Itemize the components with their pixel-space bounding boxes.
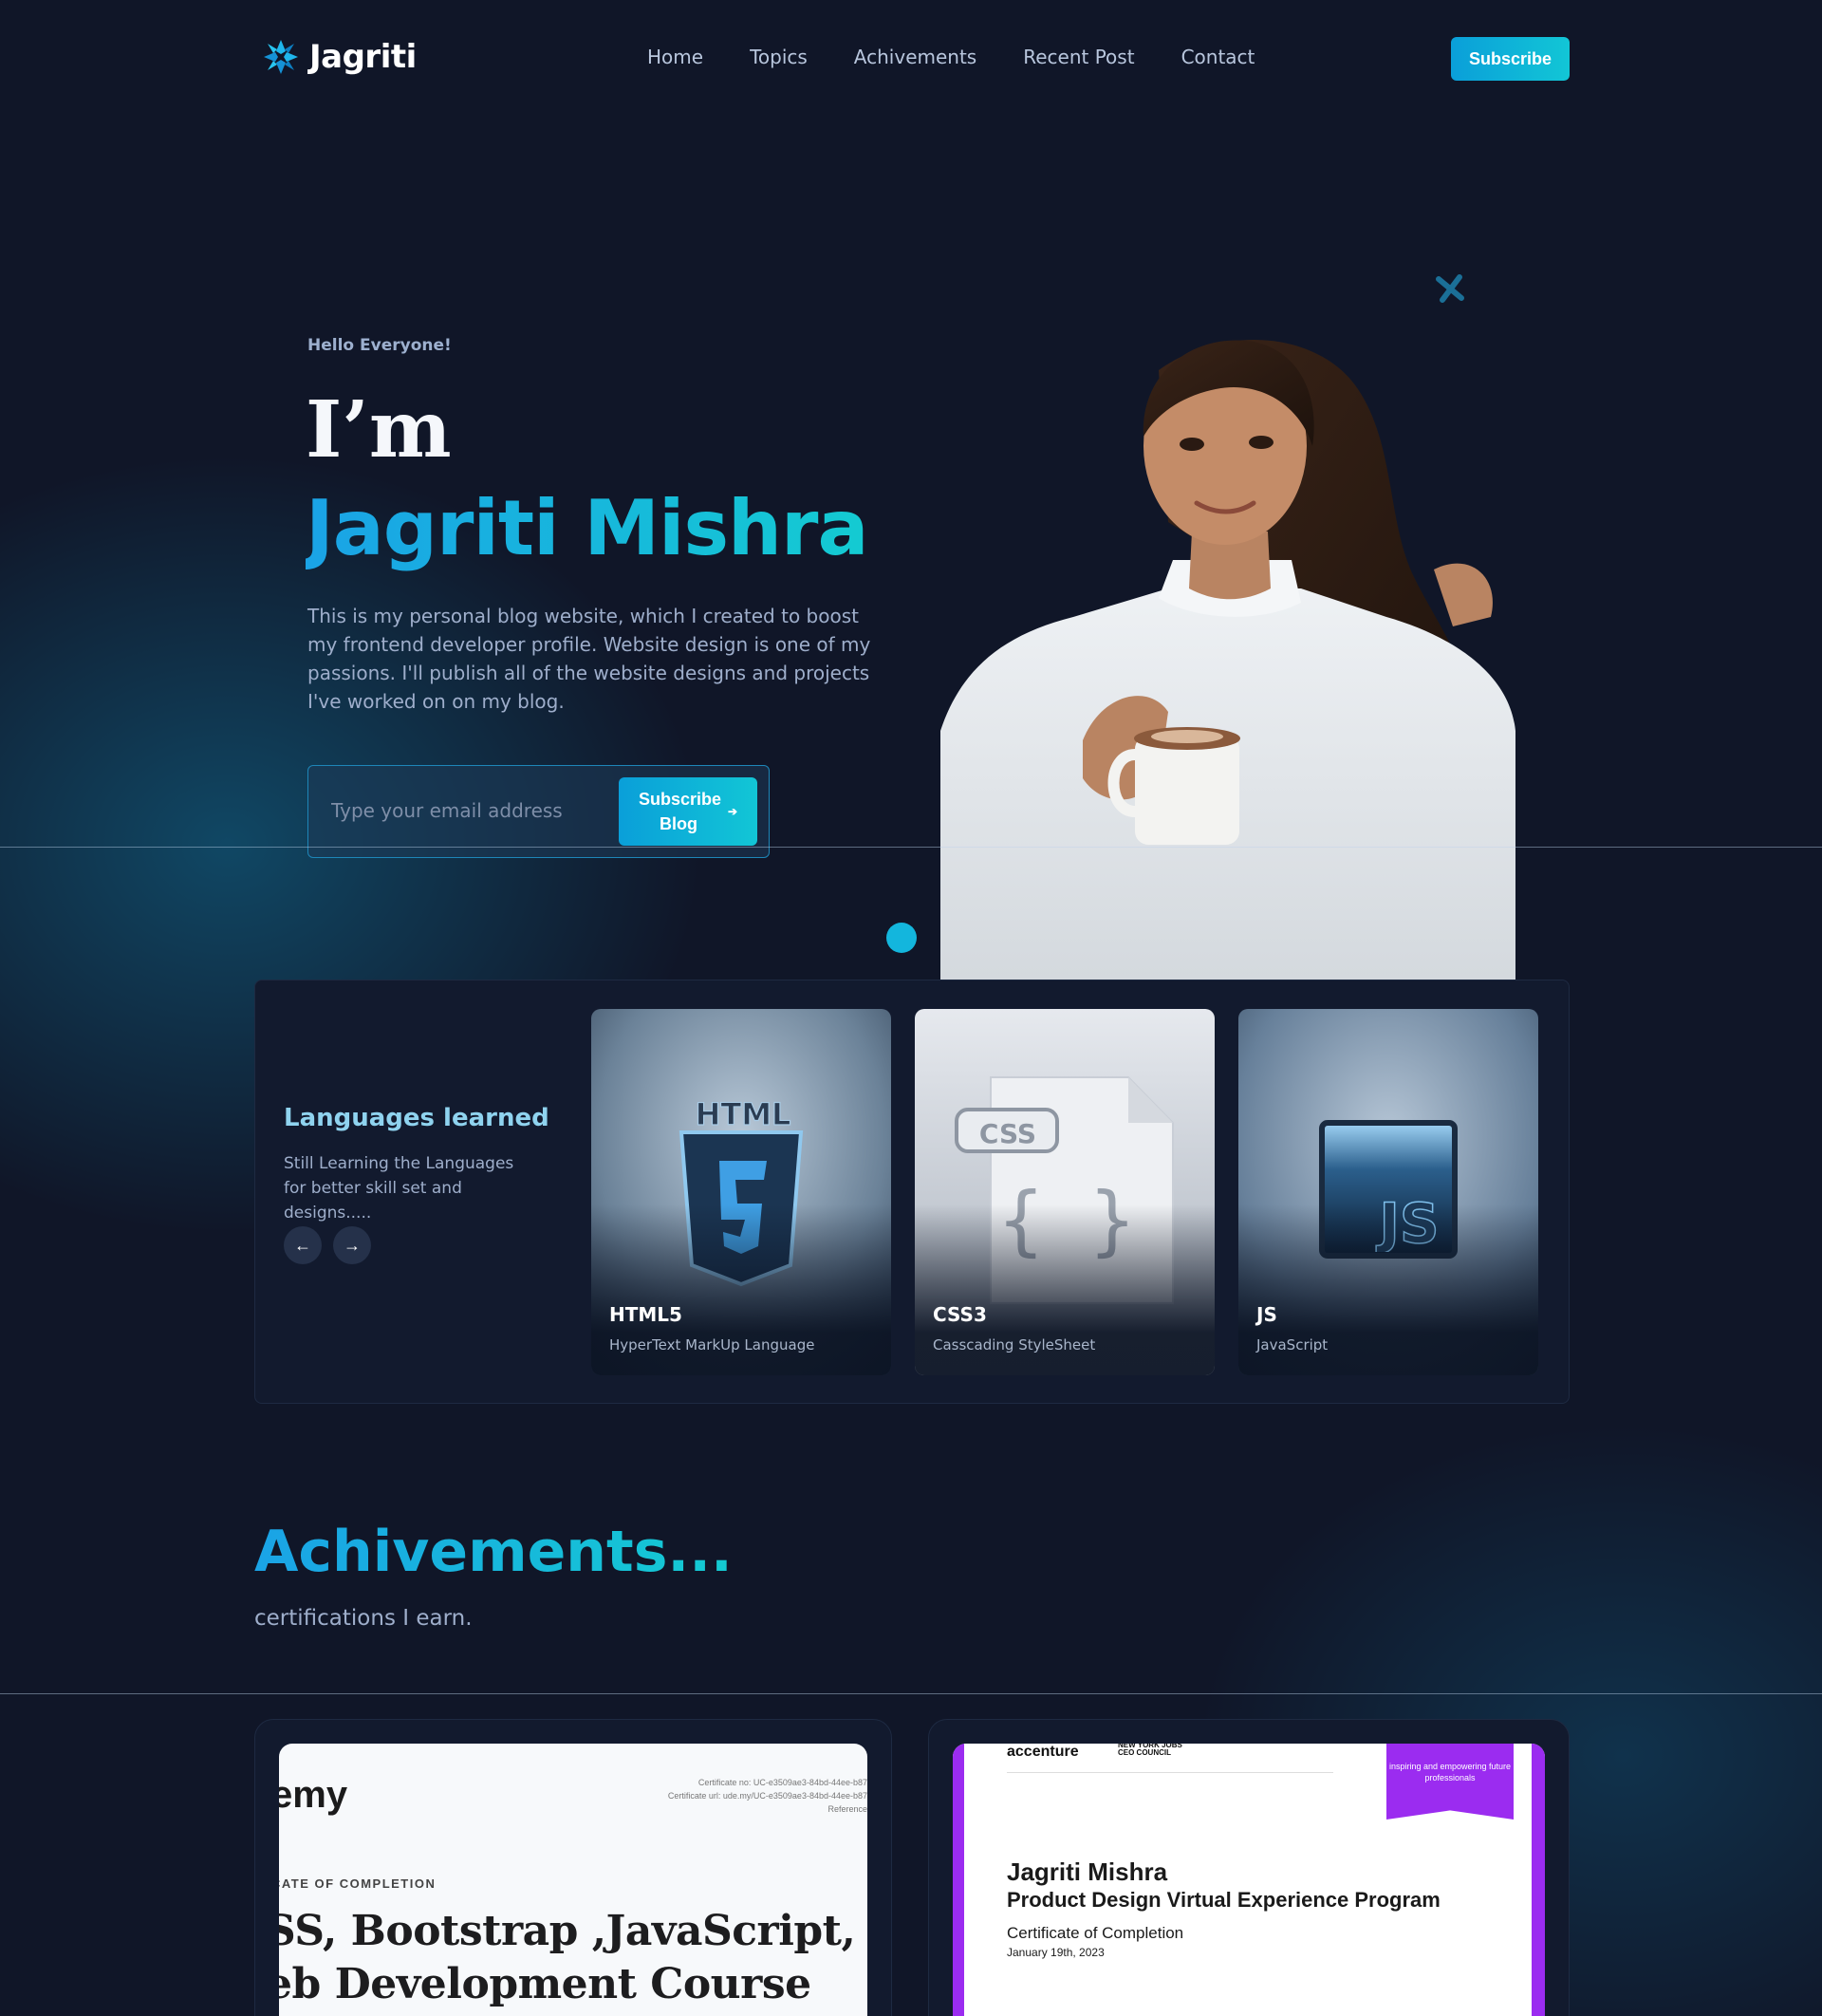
hero-bio: This is my personal blog website, which …: [307, 605, 871, 713]
arrow-left-icon: ←: [294, 1235, 311, 1255]
card-subtitle: Casscading StyleSheet: [933, 1336, 1096, 1353]
certificate-meta: Certificate no: UC-e3509ae3-84bd-44ee-b8…: [668, 1776, 867, 1816]
subscribe-button[interactable]: Subscribe: [1451, 37, 1570, 81]
card-title: JS: [1256, 1303, 1277, 1326]
card-subtitle: HyperText MarkUp Language: [609, 1336, 815, 1353]
nav-contact[interactable]: Contact: [1181, 46, 1255, 68]
hero-divider: [0, 847, 1822, 848]
partner-logo: NEW YORK JOBS CEO COUNCIL: [1118, 1744, 1182, 1757]
card-title: HTML5: [609, 1303, 682, 1326]
languages-description: Still Learning the Languages for better …: [284, 1154, 514, 1223]
logo-mark-icon: [264, 40, 298, 74]
email-input[interactable]: [331, 794, 597, 827]
certificate-course: SS, Bootstrap ,JavaScript, eb Developmen…: [279, 1905, 867, 2011]
language-card-html5[interactable]: HTML HTML5 HyperText MarkUp Language: [591, 1009, 891, 1375]
certificate-url: Certificate url: ude.my/UC-e3509ae3-84bd…: [667, 1791, 867, 1801]
card-title: CSS3: [933, 1303, 987, 1326]
language-card-css3[interactable]: { } CSS CSS3 Casscading StyleSheet: [915, 1009, 1215, 1375]
certificate-date: January 19th, 2023: [1007, 1946, 1105, 1959]
hero-greeting: Hello Everyone!: [307, 336, 452, 355]
nav-topics[interactable]: Topics: [750, 46, 808, 68]
language-card-js[interactable]: JS JS JavaScript: [1238, 1009, 1538, 1375]
certificate-image-udemy: emy Certificate no: UC-e3509ae3-84bd-44e…: [279, 1744, 867, 2016]
certificate-ribbon: inspiring and empowering future professi…: [1386, 1744, 1514, 1820]
languages-panel: Languages learned Still Learning the Lan…: [254, 980, 1570, 1404]
achievements-divider: [0, 1693, 1822, 1694]
course-line-2: eb Development Course: [279, 1960, 811, 2008]
cross-decoration-icon: [1436, 274, 1464, 303]
certificate-card-udemy[interactable]: emy Certificate no: UC-e3509ae3-84bd-44e…: [254, 1719, 892, 2016]
certificate-rule: [1007, 1772, 1333, 1773]
subscribe-blog-label: Subscribe Blog: [638, 790, 721, 833]
languages-title: Languages learned: [284, 1104, 549, 1132]
subscribe-blog-button[interactable]: Subscribe Blog ➔: [619, 777, 757, 846]
html5-art-label: HTML: [695, 1095, 791, 1132]
achievements-title: Achivements...: [254, 1519, 733, 1585]
next-button[interactable]: →: [333, 1226, 371, 1264]
profile-photo: [940, 339, 1515, 980]
main-menu: Home Topics Achivements Recent Post Cont…: [647, 46, 1255, 68]
card-subtitle: JavaScript: [1256, 1336, 1329, 1353]
top-nav: Jagriti Home Topics Achivements Recent P…: [254, 34, 1570, 82]
hero-name: Jagriti Mishra: [306, 484, 868, 572]
svg-text:CSS: CSS: [979, 1118, 1036, 1149]
arrow-right-icon: ➔: [727, 805, 738, 818]
subscribe-form: Subscribe Blog ➔: [307, 765, 770, 858]
nav-home[interactable]: Home: [647, 46, 703, 68]
certificate-reference: Reference: [827, 1804, 867, 1814]
certificate-card-accenture[interactable]: accenture NEW YORK JOBS CEO COUNCIL insp…: [928, 1719, 1570, 2016]
achievements-subtitle: certifications I earn.: [254, 1606, 473, 1631]
prev-button[interactable]: ←: [284, 1226, 322, 1264]
recipient-name: Jagriti Mishra: [1007, 1857, 1168, 1886]
accenture-logo: accenture: [1007, 1744, 1079, 1760]
hero-intro: I’m: [306, 384, 452, 476]
dot-decoration: [886, 923, 917, 953]
certificate-number: Certificate no: UC-e3509ae3-84bd-44ee-b8…: [697, 1778, 867, 1787]
udemy-logo: emy: [279, 1774, 348, 1816]
brand-logo[interactable]: Jagriti: [262, 38, 417, 76]
svg-text:HTML: HTML: [696, 1096, 791, 1132]
certificate-image-accenture: accenture NEW YORK JOBS CEO COUNCIL insp…: [953, 1744, 1545, 2016]
css3-art-label: CSS: [979, 1118, 1036, 1149]
certificate-paper: accenture NEW YORK JOBS CEO COUNCIL insp…: [964, 1744, 1532, 2016]
certificate-kicker: CATE OF COMPLETION: [279, 1876, 437, 1891]
course-line-1: SS, Bootstrap ,JavaScript,: [279, 1907, 856, 1955]
nav-recent-post[interactable]: Recent Post: [1023, 46, 1134, 68]
brand-name: Jagriti: [309, 38, 417, 76]
program-name: Product Design Virtual Experience Progra…: [1007, 1888, 1441, 1912]
certificate-type: Certificate of Completion: [1007, 1924, 1184, 1942]
arrow-right-icon: →: [344, 1235, 361, 1255]
nav-achievements[interactable]: Achivements: [854, 46, 976, 68]
